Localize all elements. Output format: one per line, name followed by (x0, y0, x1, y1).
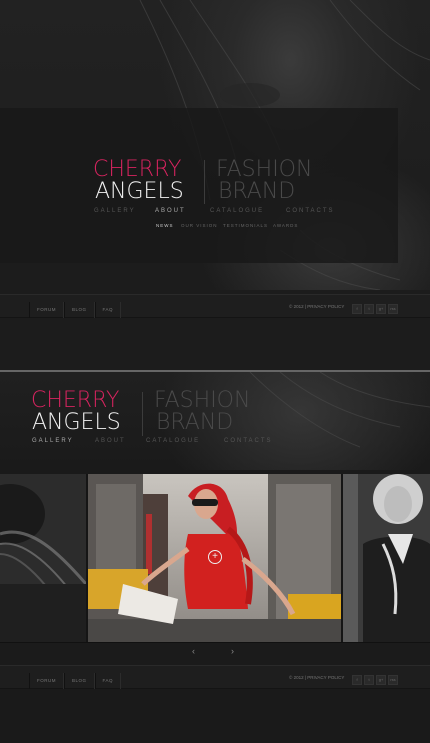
google-plus-icon[interactable]: g+ (376, 303, 386, 314)
gallery-controls: ‹ › (0, 642, 430, 665)
logo-cherry[interactable]: CHERRY (31, 390, 119, 412)
header-panel (0, 108, 398, 263)
footer-links: FORUM BLOG FAQ (29, 298, 122, 318)
logo-cherry[interactable]: CHERRY (93, 159, 181, 181)
logo-angels[interactable]: ANGELS (32, 412, 121, 434)
chevron-left-icon[interactable]: ‹ (192, 646, 195, 656)
copyright-text[interactable]: © 2012 | PRIVACY POLICY (289, 304, 344, 309)
nav-catalogue[interactable]: CATALOGUE (210, 208, 264, 214)
nav-gallery[interactable]: GALLERY (32, 438, 74, 444)
nav-contacts[interactable]: CONTACTS (286, 208, 335, 214)
social-icons: f t g+ rss (350, 671, 398, 689)
logo-divider (204, 160, 205, 204)
gallery-carousel: + (0, 474, 430, 642)
facebook-icon[interactable]: f (352, 674, 362, 685)
logo-brand: BRAND (156, 410, 234, 435)
top-footer: FORUM BLOG FAQ © 2012 | PRIVACY POLICY ftg… (0, 294, 430, 318)
facebook-icon[interactable]: f (352, 303, 362, 314)
nav-contacts[interactable]: CONTACTS (224, 438, 273, 444)
chevron-right-icon[interactable]: › (231, 646, 234, 656)
social-icons: f t g+ rss (350, 300, 398, 318)
subnav-testimonials[interactable]: TESTIMONIALS (223, 223, 268, 228)
twitter-icon[interactable]: t (364, 303, 374, 314)
twitter-icon[interactable]: t (364, 674, 374, 685)
footer-link-faq[interactable]: FAQ (94, 673, 122, 689)
about-page-screenshot: CHERRY ANGELS FASHION BRAND GALLERY ABOU… (0, 0, 430, 370)
footer-link-blog[interactable]: BLOG (64, 673, 95, 689)
logo-brand: BRAND (218, 179, 296, 204)
gallery-page-screenshot: CHERRY ANGELS FASHION BRAND GALLERY ABOU… (0, 372, 430, 743)
bottom-footer: FORUM BLOG FAQ © 2012 | PRIVACY POLICY ftg… (0, 665, 430, 689)
plus-circle-icon[interactable]: + (208, 550, 222, 564)
copyright-text[interactable]: © 2012 | PRIVACY POLICY (289, 675, 344, 680)
nav-catalogue[interactable]: CATALOGUE (146, 438, 200, 444)
footer-links: FORUM BLOG FAQ (29, 669, 122, 689)
gallery-slide-active[interactable]: + (88, 474, 341, 642)
footer-link-forum[interactable]: FORUM (29, 673, 64, 689)
logo-angels[interactable]: ANGELS (95, 181, 184, 203)
logo-fashion: FASHION (216, 157, 313, 182)
nav-gallery[interactable]: GALLERY (94, 208, 136, 214)
logo-fashion: FASHION (154, 388, 251, 413)
footer-link-forum[interactable]: FORUM (29, 302, 64, 318)
gallery-slide-right[interactable] (343, 474, 430, 642)
subnav-our-vision[interactable]: OUR VISION (181, 223, 218, 228)
footer-link-faq[interactable]: FAQ (94, 302, 122, 318)
subnav-news[interactable]: NEWS (156, 223, 174, 228)
rss-icon[interactable]: rss (388, 674, 398, 685)
google-plus-icon[interactable]: g+ (376, 674, 386, 685)
footer-link-blog[interactable]: BLOG (64, 302, 95, 318)
rss-icon[interactable]: rss (388, 303, 398, 314)
subnav-awards[interactable]: AWARDS (273, 223, 298, 228)
nav-about[interactable]: ABOUT (155, 208, 186, 214)
logo-divider (142, 392, 143, 436)
slide-left-image (0, 474, 86, 642)
gallery-slide-left[interactable] (0, 474, 86, 642)
nav-about[interactable]: ABOUT (95, 438, 126, 444)
slide-right-image (343, 474, 430, 642)
